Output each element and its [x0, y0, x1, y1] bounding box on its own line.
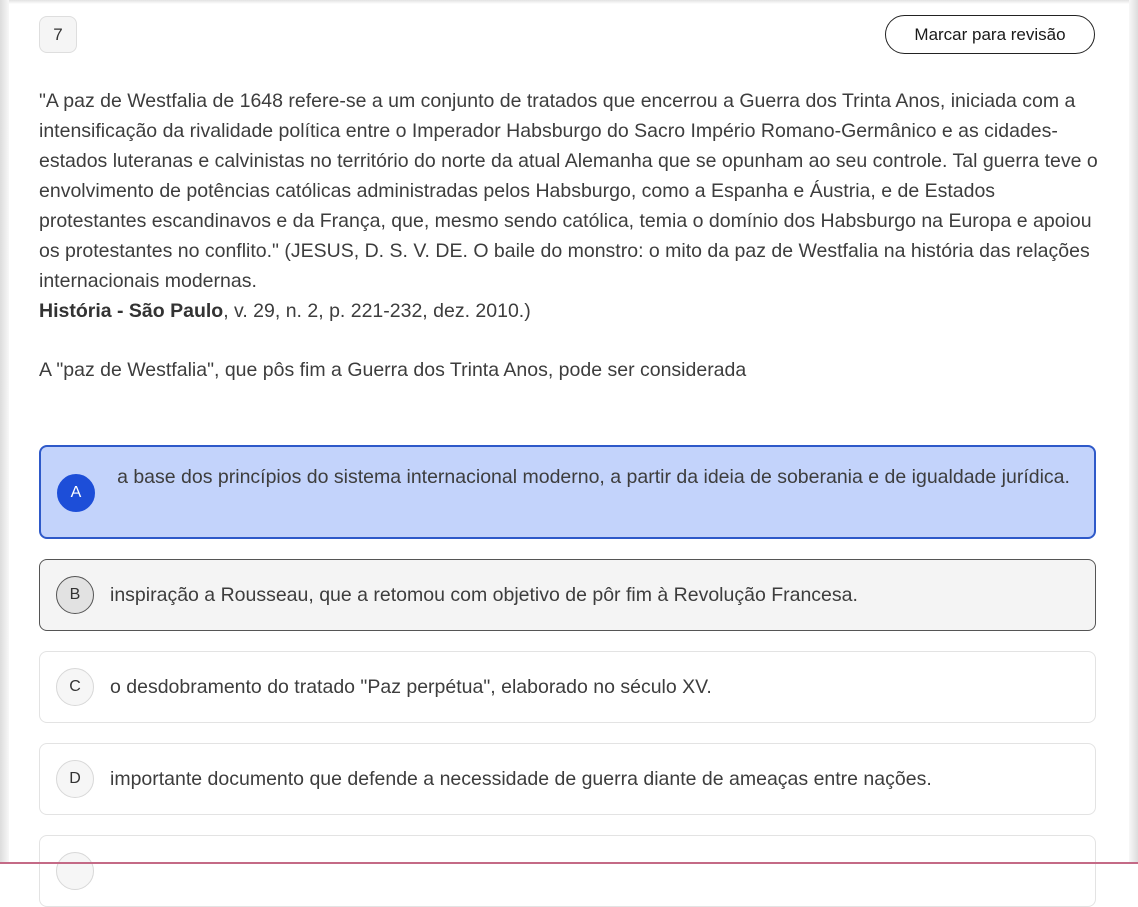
right-shadow — [1129, 0, 1138, 864]
question-stem: "A paz de Westfalia de 1648 refere-se a … — [39, 86, 1099, 326]
option-letter-badge: C — [56, 668, 94, 706]
option-letter-badge: D — [56, 760, 94, 798]
source-details: , v. 29, n. 2, p. 221-232, dez. 2010.) — [223, 300, 531, 322]
option-text: o desdobramento do tratado "Paz perpétua… — [110, 676, 712, 698]
option-a[interactable]: A a base dos princípios do sistema inter… — [39, 445, 1096, 539]
option-b[interactable]: B inspiração a Rousseau, que a retomou c… — [39, 559, 1096, 631]
question-prompt: A "paz de Westfalia", que pôs fim a Guer… — [39, 359, 747, 381]
question-number: 7 — [53, 24, 63, 44]
option-letter-badge: A — [57, 474, 95, 512]
option-letter-badge — [56, 852, 94, 890]
option-c[interactable]: C o desdobramento do tratado "Paz perpét… — [39, 651, 1096, 723]
top-shadow — [0, 0, 1138, 4]
option-text: importante documento que defende a neces… — [110, 768, 932, 790]
question-number-badge: 7 — [39, 16, 77, 53]
option-text: a base dos princípios do sistema interna… — [117, 466, 1070, 488]
option-text: inspiração a Rousseau, que a retomou com… — [110, 584, 858, 606]
source-title: História - São Paulo — [39, 300, 224, 322]
stem-text: "A paz de Westfalia de 1648 refere-se a … — [39, 90, 1098, 292]
option-d[interactable]: D importante documento que defende a nec… — [39, 743, 1096, 815]
left-shadow — [0, 0, 9, 864]
mark-for-review-button[interactable]: Marcar para revisão — [885, 15, 1095, 54]
option-letter-badge: B — [56, 576, 94, 614]
option-e-partial[interactable] — [39, 835, 1096, 907]
